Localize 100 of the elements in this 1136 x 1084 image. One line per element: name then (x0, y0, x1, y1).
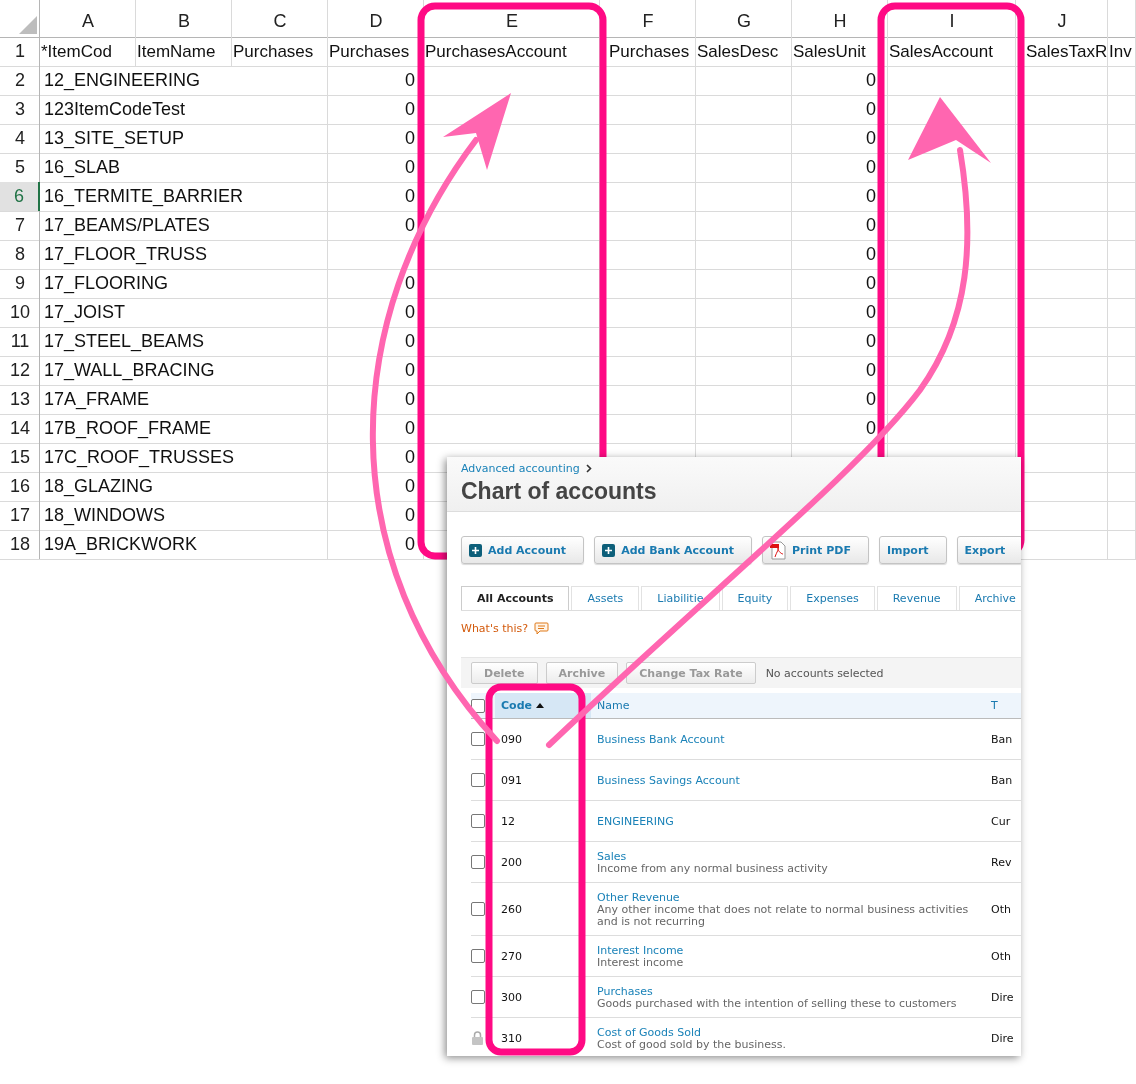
table-cell: 0 (866, 273, 876, 294)
table-cell: 0 (866, 186, 876, 207)
tab[interactable]: Archive (958, 586, 1021, 610)
table-cell: 0 (405, 128, 415, 149)
account-name-link[interactable]: Sales (597, 849, 627, 863)
row-number[interactable]: 12 (0, 356, 40, 385)
table-cell: 0 (866, 360, 876, 381)
sort-ascending-icon (535, 703, 544, 708)
column-header[interactable]: E (506, 11, 518, 32)
table-cell: 0 (405, 157, 415, 178)
row-number[interactable]: 11 (0, 327, 40, 356)
table-cell: 19A_BRICKWORK (44, 534, 198, 555)
row-number[interactable]: 3 (0, 95, 40, 124)
row-checkbox[interactable] (471, 990, 485, 1004)
tab[interactable]: Assets (571, 586, 640, 610)
row-number[interactable]: 17 (0, 501, 40, 530)
row-number[interactable]: 5 (0, 153, 40, 182)
column-header[interactable]: Code (501, 699, 532, 712)
account-type: Rev (991, 855, 1012, 869)
table-cell: 17_WALL_BRACING (44, 360, 215, 381)
row-number[interactable]: 8 (0, 240, 40, 269)
table-cell: 0 (405, 389, 415, 410)
account-type: Dire (991, 990, 1014, 1004)
toolbar-button[interactable]: Add Account (461, 536, 585, 564)
account-name-link[interactable]: Other Revenue (597, 890, 680, 904)
tab[interactable]: Expenses (790, 586, 875, 610)
table-cell: SalesTaxR (1026, 41, 1108, 62)
toolbar-button[interactable]: Print PDF (762, 536, 869, 564)
row-number[interactable]: 15 (0, 443, 40, 472)
account-type: Oth (991, 949, 1011, 963)
tab[interactable]: Liabilitie (641, 586, 720, 610)
table-cell: 0 (405, 534, 415, 555)
column-header[interactable]: J (1057, 11, 1067, 32)
row-number[interactable]: 1 (0, 37, 40, 66)
account-description: Any other income that does not relate to normal business activities and is not recurring (597, 903, 970, 928)
tab[interactable]: Revenue (876, 586, 957, 610)
account-type: Ban (991, 773, 1013, 787)
table-cell: 17B_ROOF_FRAME (44, 418, 212, 439)
column-header[interactable]: Name (597, 699, 630, 712)
table-cell: 0 (405, 447, 415, 468)
selection-status: No accounts selected (765, 666, 884, 680)
table-cell: SalesUnit (793, 41, 866, 62)
tab[interactable]: All Accounts (461, 586, 570, 610)
row-checkbox[interactable] (471, 814, 485, 828)
column-header[interactable]: B (178, 11, 190, 32)
table-cell: 0 (866, 99, 876, 120)
row-number[interactable]: 18 (0, 530, 40, 559)
row-number[interactable]: 2 (0, 66, 40, 95)
table-cell: 17_FLOORING (44, 273, 169, 294)
column-header[interactable]: H (833, 11, 847, 32)
table-cell: SalesAccount (889, 41, 993, 62)
account-name-link[interactable]: Business Bank Account (597, 732, 725, 746)
toolbar-button[interactable]: Import (878, 536, 947, 564)
row-number[interactable]: 13 (0, 385, 40, 414)
table-cell: Purchases (329, 41, 410, 62)
row-number[interactable]: 16 (0, 472, 40, 501)
account-name-link[interactable]: Cost of Goods Sold (597, 1025, 701, 1039)
pdf-file-icon (770, 540, 787, 560)
table-cell: Purchases (609, 41, 690, 62)
account-name-link[interactable]: Business Savings Account (597, 773, 740, 787)
account-code: 12 (501, 814, 515, 828)
tab[interactable]: Equity (721, 586, 789, 610)
row-number[interactable]: 6 (0, 182, 40, 211)
breadcrumb-link[interactable]: Advanced accounting (461, 462, 580, 475)
column-header[interactable]: C (273, 11, 287, 32)
table-cell: 0 (866, 70, 876, 91)
column-header[interactable]: I (949, 11, 955, 32)
account-name-link[interactable]: Interest Income (597, 943, 684, 957)
row-number[interactable]: 4 (0, 124, 40, 153)
row-checkbox[interactable] (471, 773, 485, 787)
table-cell: 0 (405, 273, 415, 294)
row-checkbox[interactable] (471, 732, 485, 746)
plus-icon (602, 543, 616, 557)
account-code: 270 (501, 949, 522, 963)
table-cell: 18_GLAZING (44, 476, 154, 497)
help-link[interactable]: What's this? (461, 622, 529, 635)
table-cell: 123ItemCodeTest (44, 99, 186, 120)
row-checkbox[interactable] (471, 902, 485, 916)
row-number[interactable]: 14 (0, 414, 40, 443)
column-header[interactable]: F (642, 11, 654, 32)
column-header[interactable]: G (737, 11, 751, 32)
row-number[interactable]: 7 (0, 211, 40, 240)
column-header[interactable]: D (369, 11, 383, 32)
toolbar-button[interactable]: Add Bank Account (594, 536, 753, 564)
account-type: Dire (991, 1031, 1014, 1045)
toolbar-button[interactable]: Export (956, 536, 1021, 564)
row-number[interactable]: 10 (0, 298, 40, 327)
account-code: 091 (501, 773, 522, 787)
table-cell: 13_SITE_SETUP (44, 128, 185, 149)
table-cell: 16_SLAB (44, 157, 121, 178)
table-cell: 0 (866, 157, 876, 178)
select-all-checkbox[interactable] (471, 698, 485, 713)
account-name-link[interactable]: Purchases (597, 984, 653, 998)
column-header[interactable]: T (991, 699, 998, 712)
row-checkbox[interactable] (471, 949, 485, 963)
column-header[interactable]: A (82, 11, 94, 32)
row-checkbox[interactable] (471, 855, 485, 869)
row-number[interactable]: 9 (0, 269, 40, 298)
account-name-link[interactable]: ENGINEERING (597, 814, 674, 828)
account-type: Cur (991, 814, 1011, 828)
